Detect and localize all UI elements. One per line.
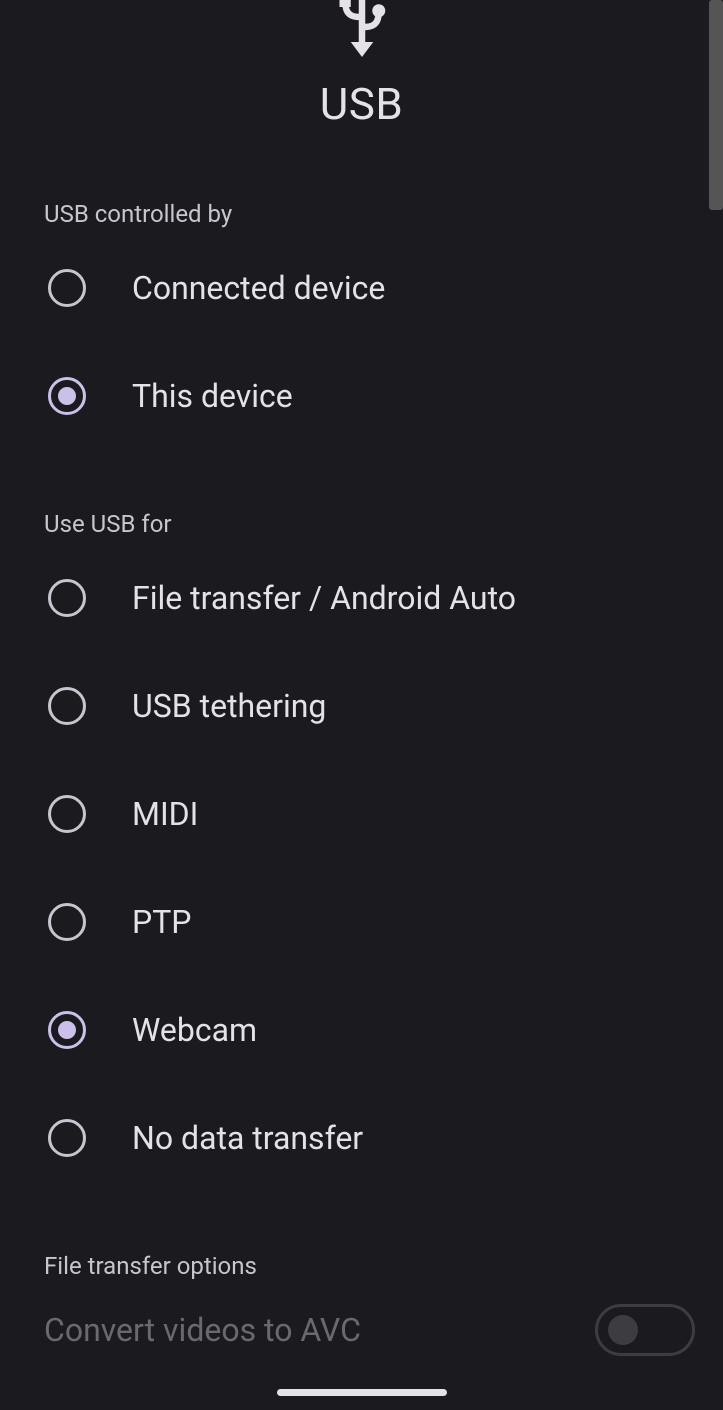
radio-icon — [48, 903, 86, 941]
radio-usb-tethering[interactable]: USB tethering — [0, 652, 723, 760]
section-use-for: Use USB for File transfer / Android Auto… — [0, 510, 723, 1192]
radio-icon — [48, 377, 86, 415]
radio-label: USB tethering — [132, 687, 326, 725]
toggle-label: Convert videos to AVC — [44, 1311, 361, 1349]
radio-this-device[interactable]: This device — [0, 342, 723, 450]
section-heading-file-transfer-options: File transfer options — [44, 1252, 723, 1280]
section-controlled-by: USB controlled by Connected device This … — [0, 200, 723, 450]
page-header: USB — [0, 0, 723, 130]
gesture-nav-bar[interactable] — [277, 1389, 447, 1396]
radio-label: MIDI — [132, 795, 198, 833]
section-heading-use-for: Use USB for — [44, 510, 723, 538]
radio-label: Connected device — [132, 269, 385, 307]
radio-label: Webcam — [132, 1011, 257, 1049]
radio-webcam[interactable]: Webcam — [0, 976, 723, 1084]
radio-label: File transfer / Android Auto — [132, 579, 516, 617]
radio-ptp[interactable]: PTP — [0, 868, 723, 976]
radio-icon — [48, 269, 86, 307]
page-title: USB — [320, 78, 404, 130]
radio-icon — [48, 579, 86, 617]
radio-icon — [48, 795, 86, 833]
radio-no-data-transfer[interactable]: No data transfer — [0, 1084, 723, 1192]
radio-connected-device[interactable]: Connected device — [0, 234, 723, 342]
radio-midi[interactable]: MIDI — [0, 760, 723, 868]
section-file-transfer-options: File transfer options Convert videos to … — [0, 1252, 723, 1380]
switch-knob — [608, 1315, 638, 1345]
scrollbar[interactable] — [709, 0, 723, 1410]
radio-icon — [48, 687, 86, 725]
section-heading-controlled-by: USB controlled by — [44, 200, 723, 228]
radio-label: PTP — [132, 903, 191, 941]
usb-icon — [332, 0, 392, 60]
radio-icon — [48, 1011, 86, 1049]
radio-file-transfer[interactable]: File transfer / Android Auto — [0, 544, 723, 652]
scrollbar-thumb[interactable] — [709, 0, 723, 210]
switch-convert-avc[interactable] — [595, 1304, 695, 1356]
toggle-convert-avc[interactable]: Convert videos to AVC — [0, 1280, 723, 1380]
radio-label: This device — [132, 377, 293, 415]
radio-label: No data transfer — [132, 1119, 363, 1157]
radio-icon — [48, 1119, 86, 1157]
